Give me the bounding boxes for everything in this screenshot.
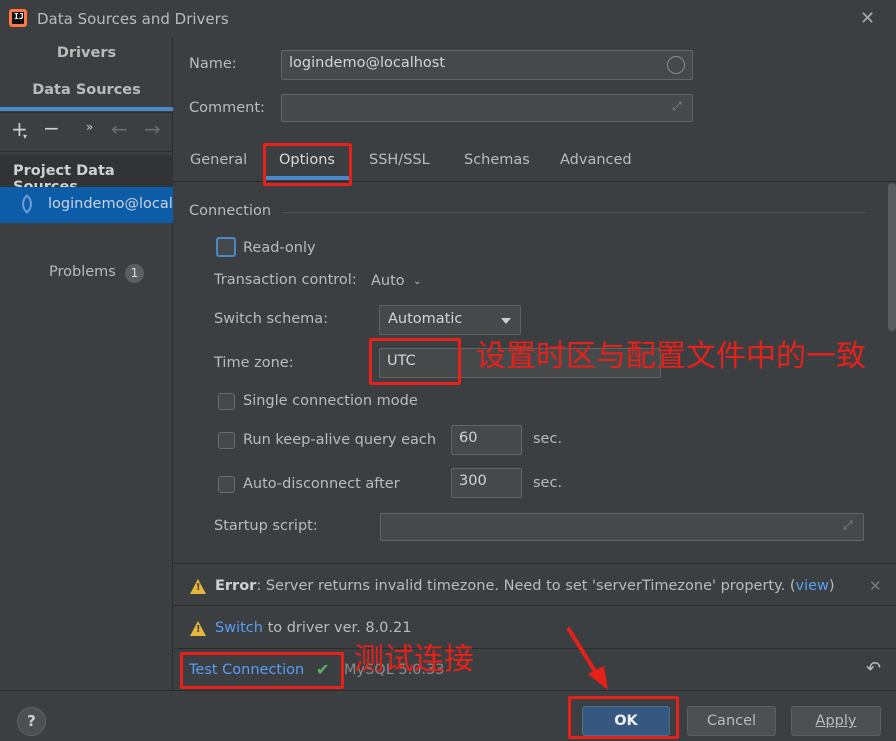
keep-alive-label: Run keep-alive query each — [243, 432, 437, 448]
expand-icon[interactable]: ⤢ — [843, 518, 857, 532]
keep-alive-unit: sec. — [533, 431, 563, 447]
ok-button-highlight — [568, 696, 679, 739]
startup-script-label: Startup script: — [214, 518, 318, 534]
forward-arrow-icon[interactable]: → — [144, 117, 161, 141]
data-sources-tab-underline — [0, 107, 173, 111]
dropdown-arrow-icon — [501, 318, 511, 324]
transaction-control-label: Transaction control: — [214, 272, 357, 288]
keep-alive-value: 60 — [459, 430, 478, 446]
single-connection-checkbox[interactable] — [218, 393, 235, 410]
tab-drivers[interactable]: Drivers — [0, 45, 173, 61]
close-icon[interactable]: ✕ — [860, 8, 875, 29]
error-text: : Server returns invalid timezone. Need … — [256, 578, 796, 594]
apply-button[interactable]: Apply — [791, 706, 881, 736]
keep-alive-input[interactable]: 60 — [451, 425, 522, 455]
add-dropdown-icon[interactable]: ▾ — [23, 132, 27, 141]
comment-input[interactable] — [281, 94, 693, 122]
data-source-item[interactable]: logindemo@localhost — [0, 187, 173, 223]
tab-general[interactable]: General — [190, 152, 247, 168]
data-source-name: logindemo@localhost — [48, 196, 173, 212]
tab-ssh-ssl[interactable]: SSH/SSL — [369, 152, 430, 168]
revert-icon[interactable]: ↶ — [866, 658, 881, 679]
driver-message: Switch to driver ver. 8.0.21 — [215, 620, 411, 636]
auto-disconnect-unit: sec. — [533, 475, 563, 491]
dismiss-icon[interactable]: ✕ — [869, 577, 882, 595]
chevron-down-icon[interactable]: ⌄ — [413, 276, 421, 287]
auto-disconnect-checkbox[interactable] — [218, 476, 235, 493]
red-arrow-icon — [566, 626, 608, 690]
intellij-app-icon: IJ — [9, 9, 27, 27]
tab-data-sources[interactable]: Data Sources — [0, 82, 173, 98]
name-label: Name: — [189, 56, 237, 72]
tab-advanced[interactable]: Advanced — [560, 152, 632, 168]
help-icon[interactable]: ? — [17, 707, 46, 736]
cancel-button[interactable]: Cancel — [687, 706, 776, 736]
warning-icon: ! — [190, 579, 206, 594]
group-divider — [283, 212, 866, 213]
time-zone-highlight — [369, 338, 461, 385]
single-connection-label: Single connection mode — [243, 393, 418, 409]
test-connection-highlight — [180, 652, 344, 689]
error-text-end: ) — [828, 578, 835, 594]
driver-text: to driver ver. 8.0.21 — [267, 620, 412, 636]
name-color-circle-icon[interactable] — [667, 56, 685, 74]
back-arrow-icon[interactable]: ← — [111, 117, 128, 141]
window-title: Data Sources and Drivers — [37, 10, 229, 28]
bottom-separator — [0, 690, 896, 691]
auto-disconnect-value: 300 — [459, 473, 487, 489]
problems-label[interactable]: Problems — [49, 264, 116, 280]
switch-driver-link[interactable]: Switch — [215, 620, 263, 636]
content-scrollbar[interactable] — [888, 183, 896, 331]
test-connection-annotation: 测试连接 — [354, 642, 474, 677]
name-input[interactable]: logindemo@localhost — [281, 50, 693, 80]
time-zone-label: Time zone: — [214, 355, 294, 371]
error-title: Error — [215, 578, 257, 594]
project-data-sources-header: Project Data Sources — [0, 155, 173, 195]
name-value: logindemo@localhost — [289, 55, 446, 71]
auto-disconnect-label: Auto-disconnect after — [243, 476, 400, 492]
error-view-link[interactable]: view — [795, 578, 828, 594]
transaction-control-value[interactable]: Auto — [371, 273, 405, 289]
comment-label: Comment: — [189, 100, 265, 116]
error-message: Error: Server returns invalid timezone. … — [215, 578, 835, 594]
mysql-dolphin-icon — [17, 194, 37, 214]
read-only-label: Read-only — [243, 240, 316, 256]
switch-schema-select[interactable]: Automatic — [379, 305, 521, 335]
startup-script-input[interactable] — [380, 513, 864, 541]
problems-count-badge: 1 — [125, 264, 144, 283]
connection-group-title: Connection — [189, 203, 272, 219]
expand-icon[interactable]: ⤢ — [672, 99, 686, 113]
remove-icon[interactable]: − — [43, 116, 60, 140]
time-zone-annotation: 设置时区与配置文件中的一致 — [476, 339, 866, 374]
switch-schema-label: Switch schema: — [214, 311, 329, 327]
more-icon[interactable]: » — [86, 120, 93, 134]
keep-alive-checkbox[interactable] — [218, 432, 235, 449]
warning-icon: ! — [190, 621, 206, 636]
switch-schema-value: Automatic — [388, 311, 463, 327]
options-tab-highlight — [263, 143, 352, 186]
auto-disconnect-input[interactable]: 300 — [451, 468, 522, 498]
tab-schemas[interactable]: Schemas — [464, 152, 530, 168]
read-only-checkbox[interactable] — [216, 237, 236, 257]
